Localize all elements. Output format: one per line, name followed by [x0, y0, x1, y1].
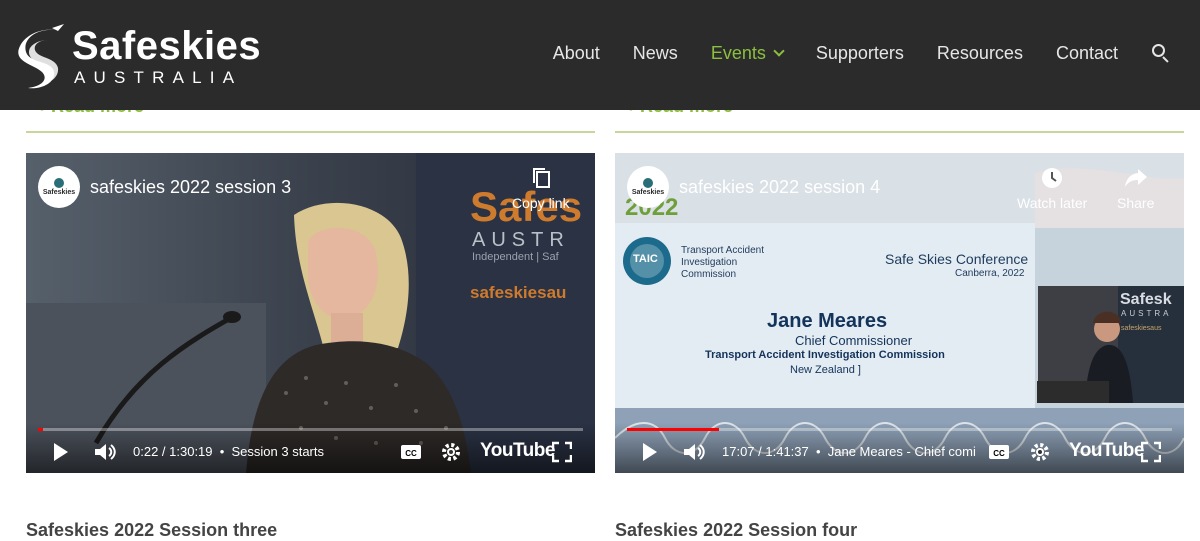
progress-fill: [38, 428, 44, 431]
inset-brand-sub: AUSTRA: [1121, 309, 1172, 318]
youtube-logo[interactable]: YouTube: [480, 440, 555, 462]
divider: [26, 131, 595, 133]
search-icon[interactable]: [1152, 43, 1172, 64]
nav-item-about[interactable]: About: [553, 43, 600, 64]
chapter-label[interactable]: Jane Meares - Chief comi: [828, 444, 976, 459]
video-player[interactable]: 2022 TAIC Transport Accident Investigati…: [615, 153, 1184, 473]
fullscreen-icon[interactable]: [552, 441, 572, 463]
main-nav: About News Events Supporters Resources C…: [520, 43, 1172, 64]
clock-icon: [1042, 168, 1063, 188]
site-header: Safeskies AUSTRALIA About News Events Su…: [0, 0, 1200, 110]
nav-item-events-label: Events: [710, 43, 766, 63]
player-controls: 17:07 / 1:41:37 • Jane Meares - Chief co…: [615, 423, 1184, 473]
copy-link-button[interactable]: Copy link: [512, 167, 570, 211]
taic-badge: TAIC: [633, 253, 658, 265]
channel-avatar[interactable]: Safeskies: [38, 166, 80, 208]
site-logo[interactable]: Safeskies AUSTRALIA: [18, 18, 278, 94]
nav-item-events[interactable]: Events: [710, 43, 785, 64]
captions-icon[interactable]: CC: [988, 441, 1010, 463]
channel-logo-icon: [643, 178, 653, 188]
fullscreen-icon[interactable]: [1141, 441, 1161, 463]
watch-later-label: Watch later: [1017, 195, 1088, 211]
slide-conference-place: Canberra, 2022: [955, 268, 1025, 279]
logo-subtitle: AUSTRALIA: [74, 68, 243, 87]
divider: [615, 131, 1184, 133]
channel-logo-icon: [54, 178, 64, 188]
youtube-logo[interactable]: YouTube: [1069, 440, 1144, 462]
video-title[interactable]: safeskies 2022 session 4: [679, 177, 880, 198]
card-title[interactable]: Safeskies 2022 Session three: [26, 520, 277, 541]
player-controls: 0:22 / 1:30:19 • Session 3 starts CC You…: [26, 423, 595, 473]
play-icon[interactable]: [52, 441, 70, 463]
time-display: 0:22 / 1:30:19 • Session 3 starts: [133, 444, 325, 459]
play-icon[interactable]: [641, 441, 659, 463]
video-title[interactable]: safeskies 2022 session 3: [90, 177, 291, 198]
settings-gear-icon[interactable]: [440, 441, 462, 463]
speaker-role: Chief Commissioner: [795, 333, 913, 348]
progress-fill: [627, 428, 719, 431]
captions-icon[interactable]: CC: [400, 441, 422, 463]
settings-gear-icon[interactable]: [1029, 441, 1051, 463]
card-title[interactable]: Safeskies 2022 Session four: [615, 520, 857, 541]
share-arrow-icon: [1124, 169, 1147, 187]
volume-icon[interactable]: [682, 441, 706, 463]
speaker-org: Transport Accident Investigation Commiss…: [705, 349, 945, 361]
share-button[interactable]: Share: [1117, 167, 1154, 211]
watch-later-button[interactable]: Watch later: [1017, 167, 1087, 211]
svg-text:CC: CC: [993, 449, 1005, 458]
svg-text:CC: CC: [405, 449, 417, 458]
speaker-name: Jane Meares: [767, 310, 888, 332]
progress-bar[interactable]: [38, 428, 583, 431]
copy-icon: [532, 168, 550, 188]
logo-title: Safeskies: [72, 24, 262, 68]
time-label: 17:07 / 1:41:37: [722, 444, 809, 459]
chapter-label[interactable]: Session 3 starts: [232, 444, 325, 459]
volume-icon[interactable]: [93, 441, 117, 463]
nav-item-supporters[interactable]: Supporters: [816, 43, 904, 64]
channel-name: Safeskies: [631, 189, 665, 196]
slide-conference: Safe Skies Conference: [885, 251, 1029, 267]
chevron-down-icon: [773, 44, 785, 57]
nav-item-resources[interactable]: Resources: [937, 43, 1023, 64]
speaker-country: New Zealand ]: [790, 364, 861, 376]
slide-url: safeskiesau: [470, 283, 567, 302]
share-label: Share: [1117, 195, 1155, 211]
copy-link-label: Copy link: [512, 195, 570, 211]
channel-avatar[interactable]: Safeskies: [627, 166, 669, 208]
inset-url: safeskiesaus: [1121, 325, 1162, 332]
slide-org: Transport Accident Investigation Commiss…: [681, 245, 765, 280]
video-player[interactable]: Safes AUSTR Independent | Saf safeskiesa…: [26, 153, 595, 473]
time-display: 17:07 / 1:41:37 • Jane Meares - Chief co…: [722, 444, 976, 459]
channel-name: Safeskies: [42, 189, 76, 196]
nav-item-contact[interactable]: Contact: [1056, 43, 1118, 64]
nav-item-news[interactable]: News: [633, 43, 678, 64]
time-label: 0:22 / 1:30:19: [133, 444, 213, 459]
inset-brand: Safesk: [1120, 291, 1172, 308]
progress-bar[interactable]: [627, 428, 1172, 431]
slide-tagline: Independent | Saf: [472, 251, 559, 263]
swoosh-logo-icon: [18, 24, 64, 89]
slide-brand-sub: AUSTR: [472, 229, 570, 251]
